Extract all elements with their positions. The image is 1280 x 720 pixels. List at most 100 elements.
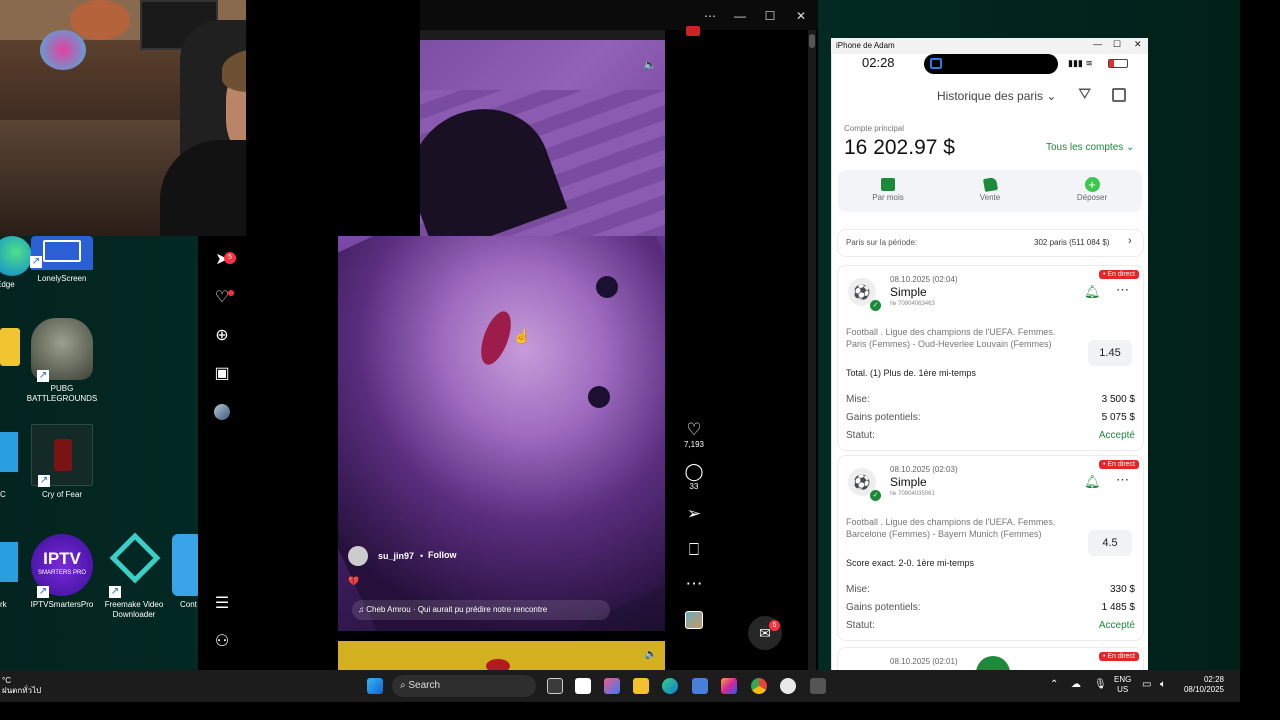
deposit-button[interactable]: + Déposer [1062,174,1122,202]
weather-temp: °C [2,676,11,685]
filter-icon[interactable]: ⛛ [1078,86,1091,104]
follow-button[interactable]: Follow [428,550,457,560]
desktop-icon-cont[interactable]: Cont [160,534,200,610]
save-button[interactable]: ⎕ [680,540,708,560]
search-box[interactable]: ⌕ Search [392,675,536,697]
language-indicator[interactable]: ENG US [1114,675,1131,695]
profile-avatar[interactable] [214,404,230,420]
period-value: 302 paris (511 084 $) [1034,238,1110,247]
store-icon[interactable] [692,678,708,694]
desktop-icon-label: LonelyScreen [37,274,87,283]
face-shape [338,236,665,631]
app-icon[interactable] [780,678,796,694]
region-label: US [1117,685,1129,694]
bet-card[interactable]: • En direct ⚽ ✓ 08.10.2025 (02:03) Simpl… [838,456,1143,640]
author-username[interactable]: su_jin97 [378,551,414,561]
microphone-icon[interactable]: 🎙︎ [1094,679,1107,690]
more-options-icon[interactable]: ⋯ [700,6,720,26]
widgets-icon[interactable] [575,678,591,694]
maximize-button[interactable]: ☐ [760,6,780,26]
desktop-icon-cry-of-fear[interactable]: ↗ Cry of Fear [24,424,100,500]
audio-track[interactable]: ♫ Cheb Amrou · Qui aurait pu prédire not… [352,600,610,620]
desktop-icon-label: rk [0,600,7,609]
apps-icon[interactable]: ⚇ [210,630,234,654]
file-explorer-icon[interactable] [633,678,649,694]
volume-icon[interactable]: 🔈︎ [1160,679,1166,690]
bet-card[interactable]: • En direct 08.10.2025 (02:01) [838,648,1143,670]
sell-button[interactable]: Vente [960,174,1020,202]
action-label: Déposer [1076,193,1108,202]
messages-button[interactable]: ✉ 5 [748,616,782,650]
avatar-icon[interactable] [686,26,700,36]
insights-icon[interactable]: ▣ [210,362,234,386]
fab-button[interactable] [976,656,1010,670]
more-button[interactable]: ⋯ [680,574,708,594]
instagram-icon[interactable] [721,678,737,694]
close-button[interactable]: ✕ [1134,39,1142,50]
tag-icon [982,176,998,193]
author-avatar[interactable] [348,546,368,566]
reel-video-upper[interactable]: 🔈 [420,30,665,236]
desktop-icon-label: Cont [180,600,197,609]
maximize-button[interactable]: ☐ [1113,39,1121,50]
copilot-icon[interactable] [604,678,620,694]
desktop-icon-label: PUBG BATTLEGROUNDS [26,384,98,403]
more-options-icon[interactable]: ⋯ [1116,282,1129,298]
bet-type: Simple [890,285,927,299]
volume-icon[interactable]: 🔈 [645,649,657,660]
reel-video[interactable]: su_jin97 • Follow 💔 ♫ Cheb Amrou · Qui a… [338,236,665,631]
volume-icon[interactable]: 🔈 [643,58,657,72]
tray-chevron-icon[interactable]: ⌃ [1050,679,1058,690]
desktop-icon-iptv[interactable]: IPTV SMARTERS PRO ↗ IPTVSmartersPro [24,534,100,610]
more-options-icon[interactable]: ⋯ [1116,472,1129,488]
stake-value: 3 500 $ [1101,394,1135,405]
chevron-down-icon: ⌄ [1046,89,1057,103]
history-dropdown[interactable]: Historique des paris ⌄ [937,89,1056,103]
edge-icon[interactable] [662,678,678,694]
period-summary[interactable]: Paris sur la période: 302 paris (511 084… [838,230,1143,256]
comment-button[interactable]: ◯ 33 [680,462,708,491]
share-button[interactable]: ➢ [680,504,708,524]
next-reel-preview[interactable]: 🔈 [338,641,665,670]
bell-icon[interactable]: 🔔︎ [1084,474,1101,490]
scrollbar[interactable] [808,30,816,670]
gain-label: Gains potentiels: [846,602,921,613]
tray-app-icon[interactable]: ☁ [1071,679,1081,690]
weather-widget[interactable]: °C ฝนตกทั่วไป [2,676,41,696]
minimize-button[interactable]: — [730,6,750,26]
folder-icon[interactable] [0,328,20,366]
bell-icon[interactable]: 🔔︎ [1084,284,1101,300]
gain-value: 1 485 $ [1101,602,1135,613]
close-button[interactable]: ✕ [791,6,811,26]
clock[interactable]: 02:28 08/10/2025 [1180,675,1224,695]
app-icon-partial[interactable] [0,542,18,582]
desktop-icon-pubg[interactable]: ↗ PUBG BATTLEGROUNDS [24,318,100,404]
check-icon: ✓ [870,300,881,311]
bet-description: Football . Ligue des champions de l'UEFA… [846,517,1056,539]
status-value: Accepté [1098,430,1135,441]
chrome-icon[interactable] [751,678,767,694]
desktop-icon-label: C [0,490,6,499]
like-button[interactable]: ♡ 7,193 [680,420,708,449]
start-windows-icon[interactable] [367,678,383,694]
app-icon[interactable] [810,678,826,694]
menu-icon[interactable]: ☰ [210,592,234,616]
per-month-button[interactable]: Par mois [858,174,918,202]
create-plus-icon[interactable]: ⊕ [210,324,234,348]
display-icon[interactable]: ▭ [1142,679,1151,690]
bet-type: Simple [890,475,927,489]
task-view-icon[interactable] [547,678,563,694]
app-icon-partial[interactable] [0,432,18,472]
live-badge: • En direct [1098,652,1139,661]
bet-card[interactable]: • En direct ⚽ ✓ 08.10.2025 (02:04) Simpl… [838,266,1143,450]
desktop-icon-lonelyscreen[interactable]: ↗ LonelyScreen [24,236,100,284]
gain-label: Gains potentiels: [846,412,921,423]
minimize-button[interactable]: — [1093,39,1102,49]
all-accounts-dropdown[interactable]: Tous les comptes ⌄ [1046,142,1134,153]
instagram-titlebar: ⋯ — ☐ ✕ [420,0,818,30]
audio-thumbnail[interactable] [685,611,703,629]
actions-bar: Par mois Vente + Déposer [838,170,1142,212]
chevron-down-icon: ⌄ [1126,142,1135,153]
layout-icon[interactable] [1112,88,1126,102]
live-badge: • En direct [1098,270,1139,279]
